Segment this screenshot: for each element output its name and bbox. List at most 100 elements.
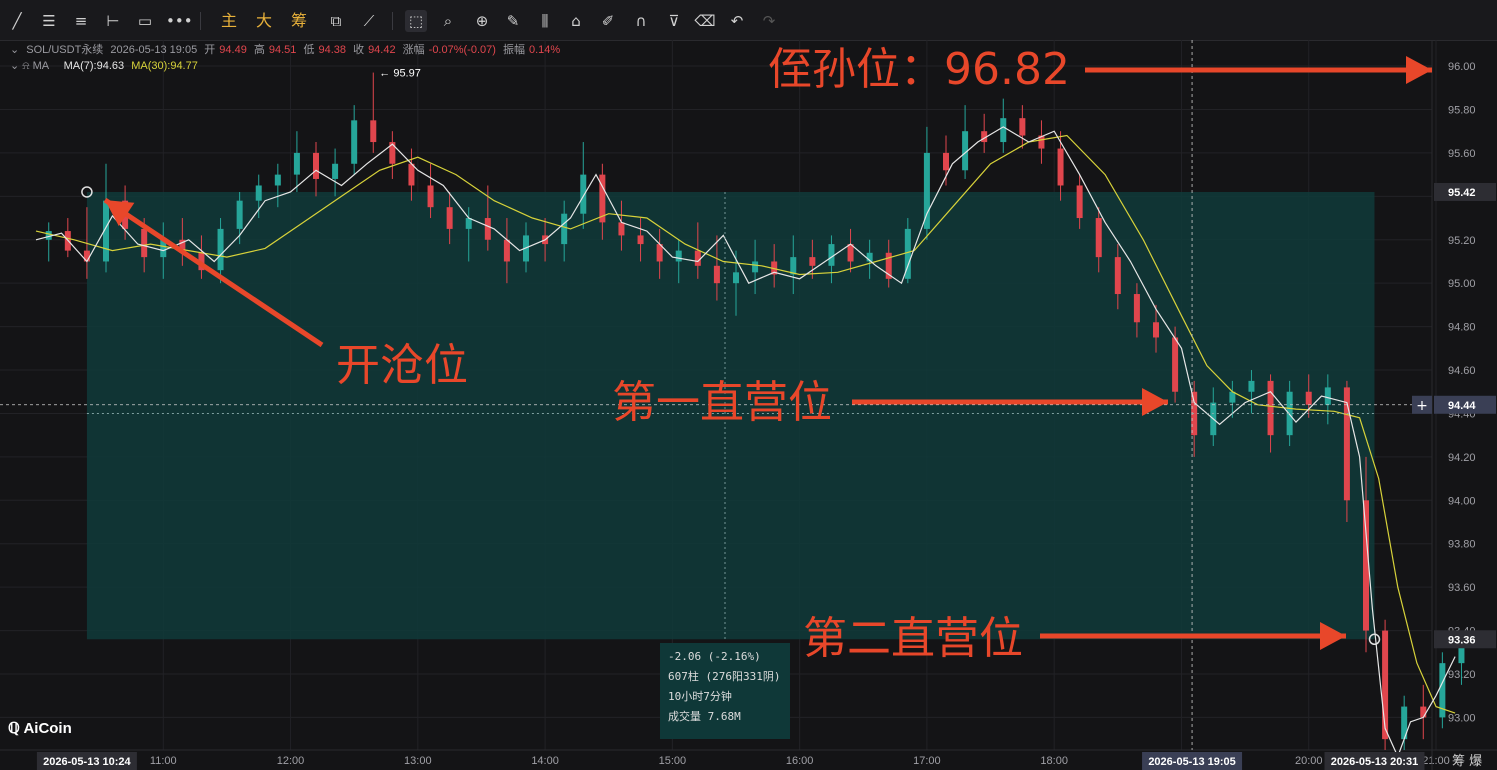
chevron-down-icon[interactable]: ⌄	[10, 44, 19, 56]
candle-body	[733, 272, 739, 284]
candle-body	[1114, 257, 1121, 295]
candle-body	[790, 257, 797, 275]
crop-icon[interactable]: ⧉	[325, 10, 347, 32]
brush-icon[interactable]: ✎	[502, 10, 524, 32]
y-tick-label: 93.60	[1448, 582, 1476, 594]
more-shapes-icon[interactable]: •••	[166, 10, 193, 32]
open-value: 94.49	[219, 44, 247, 56]
candle-body	[370, 120, 377, 143]
candle-body	[1458, 647, 1465, 664]
price-badge: 94.44	[1448, 400, 1476, 412]
main-indicator-button[interactable]: 主	[221, 10, 237, 32]
edit-icon[interactable]: ✐	[597, 10, 619, 32]
large-order-button[interactable]: 大	[256, 10, 272, 32]
tooltip-bars: 607柱 (276阳331阴)	[668, 670, 781, 683]
candle	[45, 222, 52, 262]
candle-body	[1057, 148, 1064, 186]
candle-body	[828, 244, 835, 266]
candle-body	[217, 228, 224, 271]
line-tool-icon[interactable]: ╱	[6, 10, 28, 32]
candle	[1019, 105, 1026, 149]
ruler-icon[interactable]: ⟋	[358, 10, 380, 32]
candle-body	[1076, 185, 1083, 219]
candle-body	[809, 257, 816, 266]
magnet-icon[interactable]: ∩	[630, 10, 652, 32]
candle-body	[1363, 500, 1369, 631]
chips-button[interactable]: 筹	[291, 10, 307, 32]
y-tick-label: 94.80	[1448, 322, 1476, 334]
open-position-annotation: 开沧位	[336, 340, 468, 391]
ma30-value: MA(30):94.77	[131, 60, 198, 72]
parallel-lines-icon[interactable]: ≡	[70, 10, 92, 32]
candle-body	[1267, 380, 1274, 436]
ma-label: MA	[32, 60, 49, 72]
logo-text: AiCoin	[23, 720, 72, 737]
aicoin-logo: ℚ AiCoin	[8, 720, 72, 737]
redo-icon[interactable]: ↷	[758, 10, 780, 32]
candle-body	[465, 218, 472, 229]
candle-body	[1000, 118, 1007, 143]
open-label: 开	[204, 44, 216, 56]
measure-icon[interactable]: ⌕	[437, 10, 459, 32]
x-tick-label: 18:00	[1040, 755, 1068, 767]
candle-body	[1324, 387, 1331, 405]
price-badge: 93.36	[1448, 634, 1476, 646]
candle	[981, 113, 988, 153]
x-tick-label: 16:00	[786, 755, 814, 767]
horizontal-ray-icon[interactable]: ⊢	[102, 10, 124, 32]
range-measure-tooltip: -2.06 (-2.16%) 607柱 (276阳331阴) 10小时7分钟 成…	[660, 643, 790, 739]
y-tick-label: 95.80	[1448, 104, 1476, 116]
ma7-value: MA(7):94.63	[63, 60, 125, 72]
candle-body	[408, 163, 415, 186]
y-tick-label: 95.60	[1448, 148, 1476, 160]
candle-body	[332, 163, 339, 179]
price-badge: 95.42	[1448, 187, 1476, 199]
trash-icon[interactable]: ⌫	[694, 10, 716, 32]
x-badge: 2026-05-13 10:24	[43, 756, 131, 768]
candle-datetime: 2026-05-13 19:05	[110, 44, 198, 56]
y-tick-label: 94.20	[1448, 452, 1476, 464]
y-tick-label: 94.00	[1448, 495, 1476, 507]
undo-icon[interactable]: ↶	[726, 10, 748, 32]
rectangle-icon[interactable]: ▭	[134, 10, 156, 32]
candle-body	[943, 152, 949, 171]
ohlc-info-line: ⌄ SOL/USDT永续 2026-05-13 19:05 开 94.49 高 94…	[10, 41, 564, 57]
bottom-right-tabs[interactable]: 筹 爆	[1452, 750, 1482, 769]
filter-icon[interactable]: ⊽	[663, 10, 685, 32]
horizontal-lines-icon[interactable]: ☰	[38, 10, 60, 32]
chevron-down-icon[interactable]: ⌄	[10, 60, 19, 72]
candle-body	[618, 222, 625, 236]
candle-body	[351, 120, 358, 164]
select-icon[interactable]: ⬚	[405, 10, 427, 32]
y-tick-label: 93.80	[1448, 539, 1476, 551]
candle-body	[1133, 294, 1140, 323]
stop-loss-arrow	[1085, 56, 1432, 84]
amplitude-value: 0.14%	[528, 44, 561, 56]
candle	[943, 135, 949, 186]
candle	[351, 105, 358, 175]
candle-body	[1420, 706, 1427, 718]
candle-body	[1172, 337, 1179, 392]
candle	[332, 148, 339, 197]
candle-body	[313, 152, 319, 179]
stop-loss-annotation: 侄孙位：96.82	[768, 44, 1070, 95]
high-value: 94.51	[268, 44, 297, 56]
high-marker: ← 95.97	[379, 68, 421, 80]
candle	[923, 126, 930, 240]
candle-body	[1153, 322, 1159, 338]
close-label: 收	[353, 44, 365, 56]
candle	[1382, 619, 1389, 750]
zoom-icon[interactable]: ⊕	[471, 10, 493, 32]
x-badge: 2026-05-13 19:05	[1148, 756, 1235, 768]
candle-body	[923, 152, 930, 229]
x-tick-label: 12:00	[277, 755, 305, 767]
candle-icon[interactable]: ⫼	[534, 10, 556, 32]
y-tick-label: 93.00	[1448, 712, 1476, 724]
candle-body	[580, 174, 587, 214]
candle-body	[293, 152, 300, 175]
x-tick-label: 21:00	[1422, 755, 1450, 767]
lock-icon[interactable]: ⌂	[565, 10, 587, 32]
candle	[962, 105, 969, 179]
y-tick-label: 95.00	[1448, 278, 1476, 290]
bell-icon[interactable]: ⍾	[22, 60, 29, 72]
